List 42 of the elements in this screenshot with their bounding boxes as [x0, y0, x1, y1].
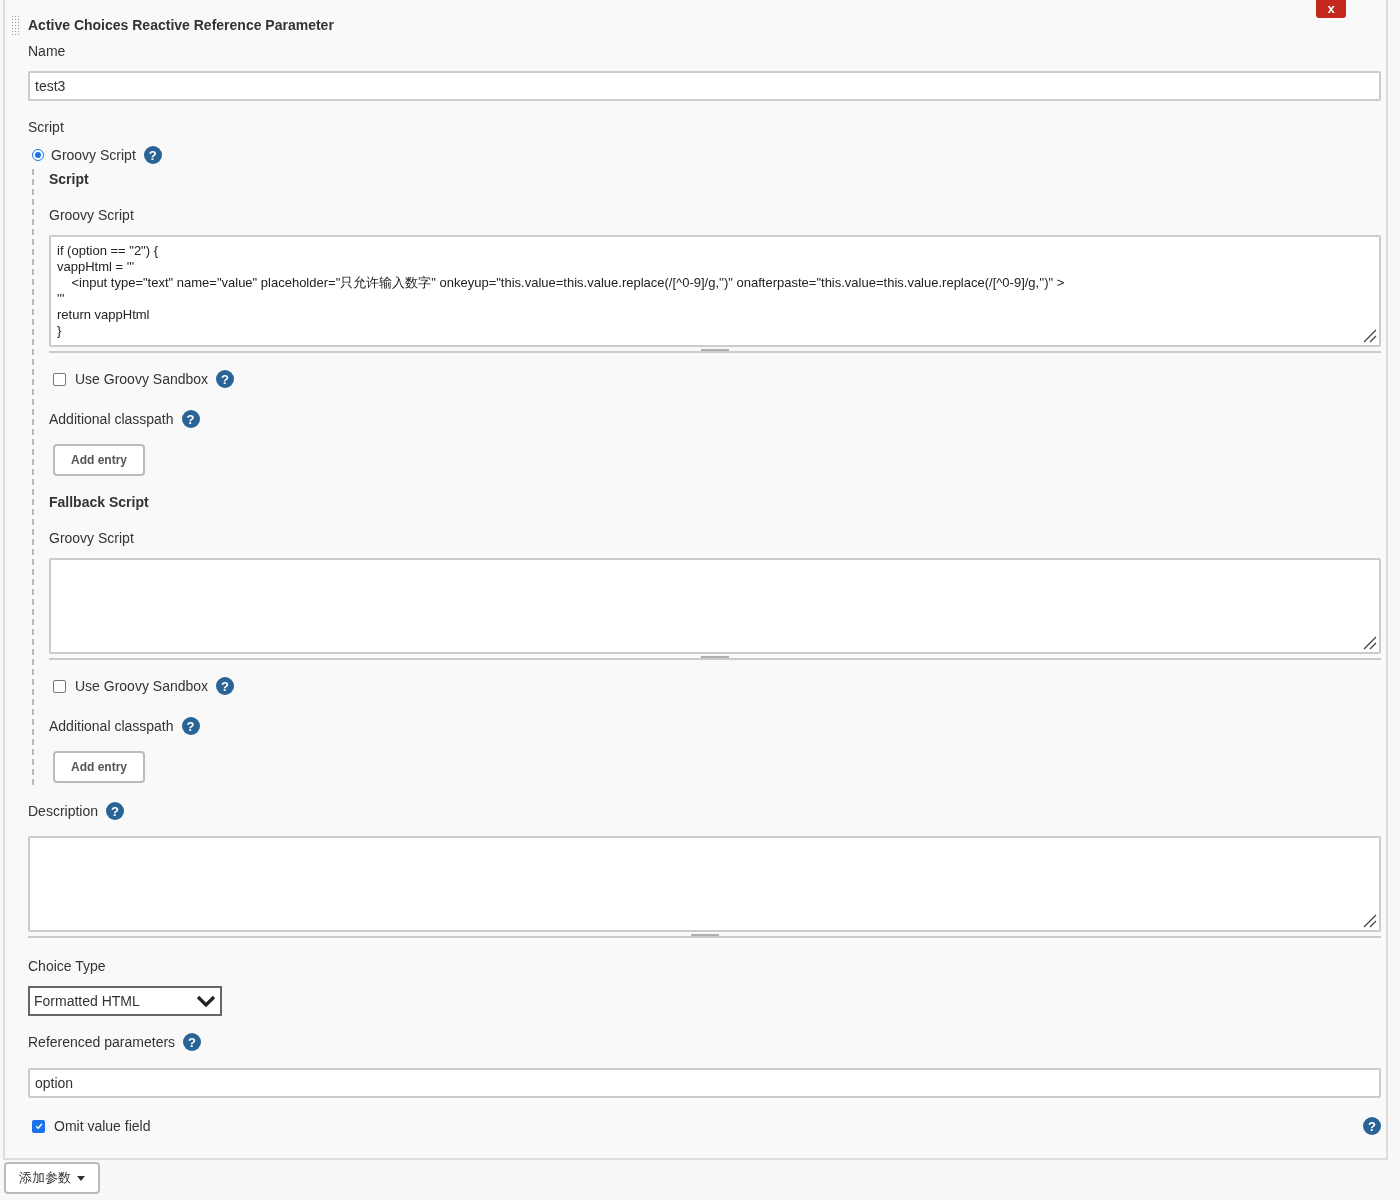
resize-handle-icon[interactable]	[1363, 329, 1377, 343]
caret-down-icon	[77, 1175, 85, 1181]
radio-button[interactable]	[32, 149, 44, 161]
checkbox-label[interactable]: Use Groovy Sandbox	[75, 675, 209, 697]
section-heading: Fallback Script	[49, 493, 149, 512]
add-entry-button[interactable]: Add entry	[53, 751, 145, 783]
panel-title: Active Choices Reactive Reference Parameter	[28, 16, 335, 35]
text-input[interactable]: option	[28, 1068, 1381, 1098]
field-label: Referenced parameters	[28, 1032, 176, 1052]
field-label: Description	[28, 801, 99, 821]
help-icon[interactable]: ?	[106, 802, 125, 820]
add-parameter-button[interactable]: 添加参数	[4, 1162, 100, 1194]
text-area[interactable]: if (option == "2") { vappHtml = ''' <input type="text" name="value" placeholder="只允许输入数字" onkeyup="this.value=this.value.replace(/[^0-9]/g,'')" onafterpaste="this.value=this.value.replace(/[^0-9]/g,'')" > ''' return vappHtml }	[49, 235, 1381, 347]
help-icon[interactable]: ?	[181, 717, 200, 735]
field-label: Choice Type	[28, 957, 106, 976]
field-label: Groovy Script	[49, 529, 134, 548]
field-label: Script	[28, 118, 64, 137]
field-label: Groovy Script	[49, 206, 134, 225]
help-icon[interactable]: ?	[216, 370, 235, 388]
text-input[interactable]: test3	[28, 71, 1381, 101]
checkbox-label[interactable]: Use Groovy Sandbox	[75, 368, 209, 390]
resize-handle-icon[interactable]	[1363, 914, 1377, 928]
help-icon[interactable]: ?	[143, 146, 162, 164]
close-button[interactable]: x	[1316, 0, 1346, 18]
radio-label[interactable]: Groovy Script	[51, 144, 136, 166]
select-value: Formatted HTML	[34, 991, 140, 1011]
help-icon[interactable]: ?	[1363, 1117, 1381, 1135]
field-label: Additional classpath	[49, 716, 174, 736]
resize-handle-icon[interactable]	[1363, 636, 1377, 650]
field-label: Name	[28, 42, 66, 61]
help-icon[interactable]: ?	[181, 410, 200, 428]
section-heading: Script	[49, 170, 89, 189]
field-label: Additional classpath	[49, 409, 174, 429]
checkbox[interactable]	[53, 372, 66, 386]
checkbox[interactable]	[32, 1119, 45, 1133]
add-entry-button[interactable]: Add entry	[53, 444, 145, 476]
chevron-down-icon	[196, 994, 216, 1008]
help-icon[interactable]: ?	[216, 677, 235, 695]
checkbox-label[interactable]: Omit value field	[54, 1115, 151, 1137]
choice-type-select[interactable]: Formatted HTML	[28, 986, 222, 1016]
checkbox[interactable]	[53, 679, 66, 693]
help-icon[interactable]: ?	[183, 1033, 202, 1051]
